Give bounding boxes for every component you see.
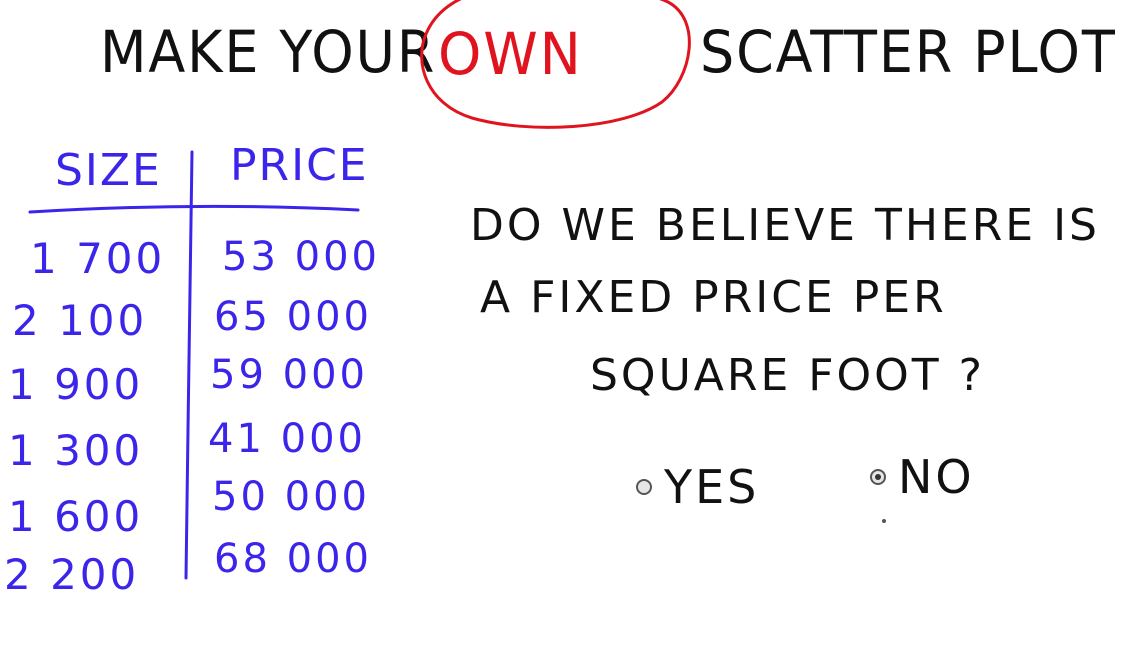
table-cell-price: 53 000 xyxy=(222,234,380,280)
table-cell-size: 2 200 xyxy=(4,550,140,599)
radio-button-no[interactable] xyxy=(870,469,886,485)
answer-label-yes: YES xyxy=(664,460,760,514)
table-cell-price: 65 000 xyxy=(214,294,372,340)
answer-label-no: NO xyxy=(898,450,975,504)
table-cell-size: 1 600 xyxy=(8,492,144,541)
table-cell-size: 1 900 xyxy=(8,360,144,409)
table-cell-price: 50 000 xyxy=(212,474,370,520)
table-cell-price: 59 000 xyxy=(210,352,368,398)
title-emphasis: OWN xyxy=(438,20,583,88)
table-cell-size: 1 300 xyxy=(8,426,144,475)
table-cell-size: 2 100 xyxy=(12,296,148,345)
table-header-size: SIZE xyxy=(55,145,162,196)
question-line: SQUARE FOOT ? xyxy=(590,350,986,401)
answer-option-yes[interactable]: YES xyxy=(636,460,759,514)
table-header-price: PRICE xyxy=(230,140,369,191)
stray-mark xyxy=(882,519,886,523)
radio-button-yes[interactable] xyxy=(636,479,652,495)
table-cell-size: 1 700 xyxy=(30,234,166,283)
table-cell-price: 41 000 xyxy=(208,416,366,462)
title-prefix: MAKE YOUR xyxy=(100,18,437,86)
table-cell-price: 68 000 xyxy=(214,536,372,582)
title-suffix: SCATTER PLOT ! xyxy=(700,18,1127,86)
answer-option-no[interactable]: NO xyxy=(870,450,975,504)
question-line: A FIXED PRICE PER xyxy=(480,272,947,323)
question-line: DO WE BELIEVE THERE IS xyxy=(470,200,1100,251)
